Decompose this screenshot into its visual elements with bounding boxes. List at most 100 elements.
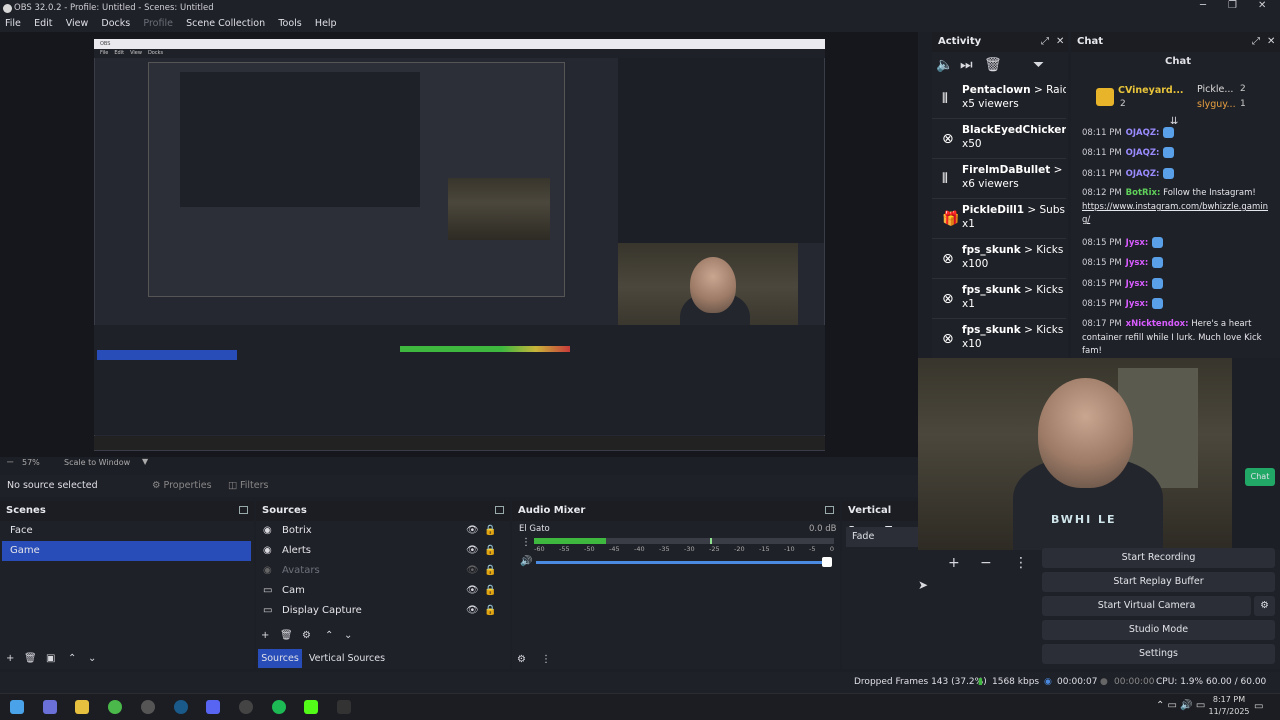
scene-item-face[interactable]: Face — [2, 521, 251, 541]
move-up-icon[interactable]: ⌃ — [325, 630, 333, 641]
tab-sources[interactable]: Sources — [258, 649, 302, 668]
source-properties-icon[interactable]: ⚙ — [302, 630, 311, 641]
eye-icon[interactable]: 👁 — [466, 525, 479, 536]
properties-button[interactable]: ⚙ Properties — [152, 480, 212, 491]
activity-item[interactable]: ⫴ Pentaclown > Raid x5 viewers — [932, 79, 1066, 119]
add-source-icon[interactable]: + — [261, 630, 269, 641]
add-transition-icon[interactable]: + — [948, 555, 960, 571]
menu-tools[interactable]: Tools — [273, 16, 306, 32]
float-icon[interactable] — [239, 506, 248, 514]
start-replay-buffer-button[interactable]: Start Replay Buffer — [1042, 572, 1275, 592]
tray-icons[interactable]: ⌃ ▭ 🔊 ▭ — [1156, 700, 1205, 711]
steam-icon[interactable] — [174, 700, 188, 714]
studio-mode-button[interactable]: Studio Mode — [1042, 620, 1275, 640]
scene-filters-icon[interactable]: ▣ — [46, 653, 55, 664]
stream-icon: ◉ — [1044, 677, 1052, 687]
volume-slider[interactable] — [536, 561, 826, 564]
advanced-audio-icon[interactable]: ⚙ — [517, 654, 526, 665]
activity-item[interactable]: ⊗ BlackEyedChicken x50 — [932, 119, 1066, 159]
audio-mixer-menu-icon[interactable]: ⋮ — [541, 654, 551, 665]
float-icon[interactable] — [495, 506, 504, 514]
app-icon[interactable] — [43, 700, 57, 714]
eye-icon[interactable]: 👁 — [466, 585, 479, 596]
eye-icon[interactable]: 👁 — [466, 605, 479, 616]
settings-button[interactable]: Settings — [1042, 644, 1275, 664]
activity-item[interactable]: ⊗ fps_skunk > Kicks x1 — [932, 279, 1066, 319]
lock-icon[interactable]: 🔒 — [484, 545, 496, 556]
file-explorer-icon[interactable] — [75, 700, 89, 714]
volume-slider-handle[interactable] — [822, 557, 832, 567]
discord-icon[interactable] — [206, 700, 220, 714]
filters-button[interactable]: ◫ Filters — [228, 480, 268, 491]
close-button[interactable]: ✕ — [1258, 0, 1266, 11]
chat-link[interactable]: https://www.instagram.com/bwhizzle.gamin — [1082, 202, 1268, 212]
remove-scene-icon[interactable]: 🗑 — [24, 653, 37, 664]
start-menu-icon[interactable] — [10, 700, 24, 714]
float-icon[interactable]: ⤢ — [1041, 36, 1049, 47]
zoom-out-icon[interactable]: − — [6, 457, 14, 468]
source-label: Avatars — [282, 565, 320, 576]
mute-icon[interactable]: 🔈 — [936, 57, 953, 73]
eye-hidden-icon[interactable]: 👁 — [466, 565, 479, 576]
move-down-icon[interactable]: ⌄ — [344, 630, 352, 641]
activity-item[interactable]: ⊗ fps_skunk > Kicks x100 — [932, 239, 1066, 279]
activity-item[interactable]: ⊗ fps_skunk > Kicks x10 — [932, 319, 1066, 359]
menu-docks[interactable]: Docks — [96, 16, 135, 32]
menu-file[interactable]: File — [0, 16, 26, 32]
lock-icon[interactable]: 🔒 — [484, 585, 496, 596]
source-item-display-capture[interactable]: Display Capture — [258, 601, 498, 621]
app-icon[interactable] — [239, 700, 253, 714]
transition-select[interactable]: Fade — [846, 527, 920, 547]
start-virtual-camera-button[interactable]: Start Virtual Camera — [1042, 596, 1251, 616]
lock-icon[interactable]: 🔒 — [484, 525, 496, 536]
source-item-alerts[interactable]: Alerts — [258, 541, 498, 561]
activity-item[interactable]: 🎁 PickleDill1 > Subs x1 — [932, 199, 1066, 239]
kick-icon: ⊗ — [942, 331, 954, 347]
menu-edit[interactable]: Edit — [29, 16, 57, 32]
close-icon[interactable]: ✕ — [1056, 36, 1064, 47]
move-down-icon[interactable]: ⌄ — [88, 653, 96, 664]
eye-icon[interactable]: 👁 — [466, 545, 479, 556]
menu-profile[interactable]: Profile — [138, 16, 178, 32]
chat-link[interactable]: g/ — [1082, 215, 1090, 225]
menu-scene-collection[interactable]: Scene Collection — [181, 16, 270, 32]
menu-view[interactable]: View — [61, 16, 94, 32]
tab-vertical-sources[interactable]: Vertical Sources — [308, 649, 386, 668]
add-scene-icon[interactable]: + — [6, 653, 14, 664]
scale-dropdown-icon[interactable]: ▼ — [142, 457, 148, 466]
float-icon[interactable] — [825, 506, 834, 514]
delete-icon[interactable]: 🗑 — [984, 57, 1002, 73]
lock-icon[interactable]: 🔒 — [484, 605, 496, 616]
restore-button[interactable]: ❐ — [1228, 0, 1237, 11]
virtual-camera-settings-icon[interactable]: ⚙ — [1254, 596, 1275, 616]
move-up-icon[interactable]: ⌃ — [68, 653, 76, 664]
source-item-avatars[interactable]: Avatars — [258, 561, 498, 581]
activity-item[interactable]: ⫴FirelmDaBullet > Rax6 viewers — [932, 159, 1066, 199]
menu-help[interactable]: Help — [310, 16, 342, 32]
close-icon[interactable]: ✕ — [1267, 36, 1275, 47]
remove-source-icon[interactable]: 🗑 — [280, 630, 293, 641]
obs-icon[interactable] — [141, 700, 155, 714]
notification-icon[interactable]: ▭ — [1254, 701, 1263, 712]
chat-side-button[interactable]: Chat — [1245, 468, 1275, 486]
app-icon[interactable] — [337, 700, 351, 714]
spotify-icon[interactable] — [272, 700, 286, 714]
start-recording-button[interactable]: Start Recording — [1042, 548, 1275, 568]
skip-icon[interactable]: ⏭ — [960, 57, 973, 73]
pin-icon[interactable]: ⇊ — [1170, 116, 1178, 127]
float-icon[interactable]: ⤢ — [1252, 36, 1260, 47]
filter-icon[interactable]: ⏷ — [1033, 57, 1044, 73]
transition-menu-icon[interactable]: ⋮ — [1014, 555, 1028, 571]
source-item-botrix[interactable]: Botrix — [258, 521, 498, 541]
speaker-icon[interactable]: 🔊 — [520, 556, 532, 567]
scene-item-game[interactable]: Game — [2, 541, 251, 561]
source-item-cam[interactable]: Cam — [258, 581, 498, 601]
kick-app-icon[interactable] — [304, 700, 318, 714]
scale-mode[interactable]: Scale to Window — [64, 458, 130, 467]
audio-menu-icon[interactable]: ⋮ — [521, 537, 531, 548]
chrome-icon[interactable] — [108, 700, 122, 714]
chat-side-strip — [1232, 358, 1280, 550]
remove-transition-icon[interactable]: − — [980, 555, 992, 571]
lock-icon[interactable]: 🔒 — [484, 565, 496, 576]
minimize-button[interactable]: ─ — [1200, 0, 1206, 11]
